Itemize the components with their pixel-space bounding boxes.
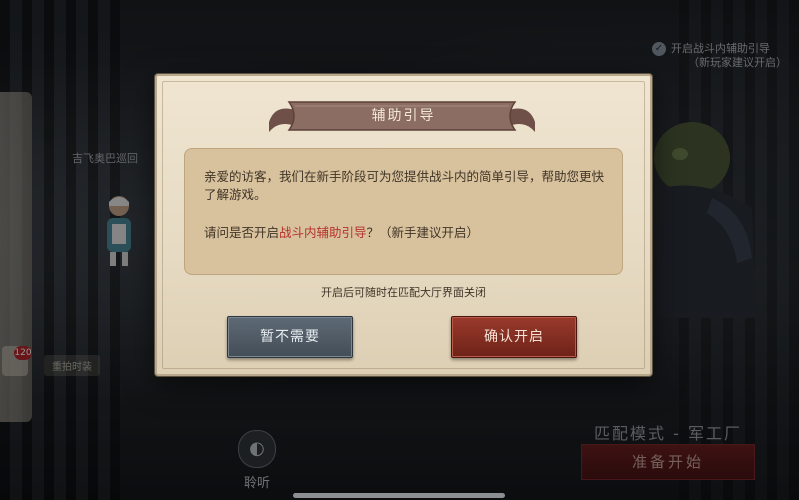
guide-dialog: 辅助引导 亲爱的访客，我们在新手阶段可为您提供战斗内的简单引导，帮助您更快了解游…	[155, 74, 652, 376]
question-suffix: ？（新手建议开启）	[366, 225, 480, 240]
home-indicator	[293, 493, 505, 498]
dialog-question: 请问是否开启战斗内辅助引导？（新手建议开启）	[204, 224, 614, 242]
question-highlight: 战斗内辅助引导	[279, 225, 367, 240]
cancel-button[interactable]: 暂不需要	[227, 316, 353, 358]
question-prefix: 请问是否开启	[204, 225, 280, 240]
confirm-button[interactable]: 确认开启	[451, 316, 577, 358]
message-box: 亲爱的访客，我们在新手阶段可为您提供战斗内的简单引导，帮助您更快了解游戏。 请问…	[184, 148, 623, 275]
dialog-message: 亲爱的访客，我们在新手阶段可为您提供战斗内的简单引导，帮助您更快了解游戏。	[204, 169, 605, 202]
dialog-note: 开启后可随时在匹配大厅界面关闭	[321, 286, 486, 299]
dialog-title: 辅助引导	[371, 108, 436, 124]
